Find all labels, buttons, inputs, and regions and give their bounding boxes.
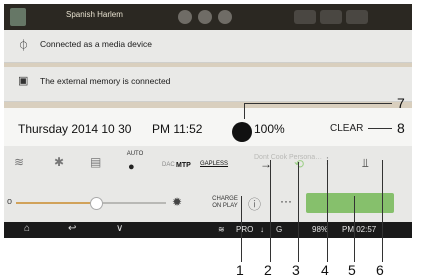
- shuffle-button[interactable]: [294, 10, 316, 24]
- song-title: Spanish Harlem: [66, 10, 123, 19]
- callout-8: 8: [397, 120, 405, 136]
- dac-label: DAC: [162, 162, 175, 168]
- navigation-bar: ⌂ ↩ ∨ ≋ PRO ↓ G 98% PM 02:57: [4, 222, 412, 238]
- callout-line-6: [382, 160, 383, 262]
- memory-icon: ▣: [18, 75, 29, 87]
- queue-button[interactable]: [346, 10, 368, 24]
- battery-status: 98%: [312, 225, 329, 234]
- quick-toggles-row: ≋ ✱ ▤ AUTO ● DAC MTP GAPLESS Dont Cook P…: [4, 146, 412, 185]
- date-text: Thursday 2014 10 30: [18, 122, 132, 136]
- bluetooth-icon[interactable]: ✱: [54, 155, 64, 169]
- clear-button[interactable]: CLEAR: [330, 123, 363, 134]
- gapless-toggle[interactable]: GAPLESS: [200, 161, 228, 168]
- brightness-fill: [16, 202, 96, 204]
- home-icon[interactable]: ⌂: [24, 223, 30, 234]
- menu-icon[interactable]: ∨: [116, 223, 123, 234]
- charge-on-play-label: CHARGE ON PLAY: [212, 196, 238, 209]
- next-button[interactable]: [218, 10, 232, 24]
- brightness-row: o ✹ CHARGE ON PLAY ⓘ ···: [4, 184, 412, 222]
- callout-1: 1: [236, 262, 244, 278]
- brightness-thumb[interactable]: [90, 197, 103, 210]
- auto-brightness-icon[interactable]: ●: [128, 161, 135, 173]
- notification-memory[interactable]: ▣ The external memory is connected: [4, 67, 412, 102]
- pro-status: PRO: [236, 225, 254, 234]
- notification-memory-text: The external memory is connected: [40, 76, 171, 86]
- repeat-button[interactable]: [320, 10, 342, 24]
- callout-line-2: [270, 160, 271, 262]
- callout-line-8: [368, 128, 392, 129]
- brightness-high-icon: ✹: [172, 195, 183, 209]
- callout-7: 7: [397, 95, 405, 111]
- mtp-toggle[interactable]: MTP: [176, 162, 191, 169]
- status-row: Thursday 2014 10 30 PM 11:52 100% CLEAR: [4, 108, 412, 147]
- time-text: PM 11:52: [152, 122, 203, 136]
- green-action-button[interactable]: [306, 193, 394, 213]
- callout-3: 3: [292, 262, 300, 278]
- brightness-low-icon: o: [7, 196, 13, 206]
- album-art[interactable]: [10, 8, 26, 26]
- callout-line-7-drop: [244, 103, 245, 119]
- usb-icon: ⏀: [18, 40, 29, 52]
- wifi-status-icon: ≋: [218, 225, 225, 234]
- download-icon: ↓: [260, 225, 264, 234]
- callout-4: 4: [321, 262, 329, 278]
- g-status: G: [276, 225, 283, 234]
- wifi-icon[interactable]: ≋: [14, 155, 24, 169]
- charge-icon[interactable]: ⓘ: [248, 194, 261, 213]
- callout-5: 5: [348, 262, 356, 278]
- battery-percent: 100%: [254, 122, 285, 136]
- equalizer-icon[interactable]: ⫫: [362, 156, 369, 171]
- callout-line-5: [354, 196, 355, 262]
- callout-2: 2: [264, 262, 272, 278]
- callout-line-4: [327, 160, 328, 262]
- callout-line-3: [298, 162, 299, 262]
- repeat-icon[interactable]: ⟲: [294, 157, 304, 171]
- callout-6: 6: [376, 262, 384, 278]
- clock-status: PM 02:57: [342, 225, 377, 234]
- back-icon[interactable]: ↩: [68, 223, 76, 234]
- previous-button[interactable]: [178, 10, 192, 24]
- more-button[interactable]: ···: [280, 194, 292, 208]
- notification-usb-text: Connected as a media device: [40, 39, 152, 49]
- play-button[interactable]: [198, 10, 212, 24]
- battery-icon: [232, 122, 252, 142]
- storage-icon[interactable]: ▤: [90, 155, 101, 169]
- auto-label: AUTO: [126, 151, 144, 157]
- notification-usb[interactable]: ⏀ Connected as a media device: [4, 30, 412, 63]
- callout-line-7: [244, 103, 392, 104]
- callout-line-1: [241, 196, 242, 262]
- now-playing-bar: Spanish Harlem: [4, 4, 412, 30]
